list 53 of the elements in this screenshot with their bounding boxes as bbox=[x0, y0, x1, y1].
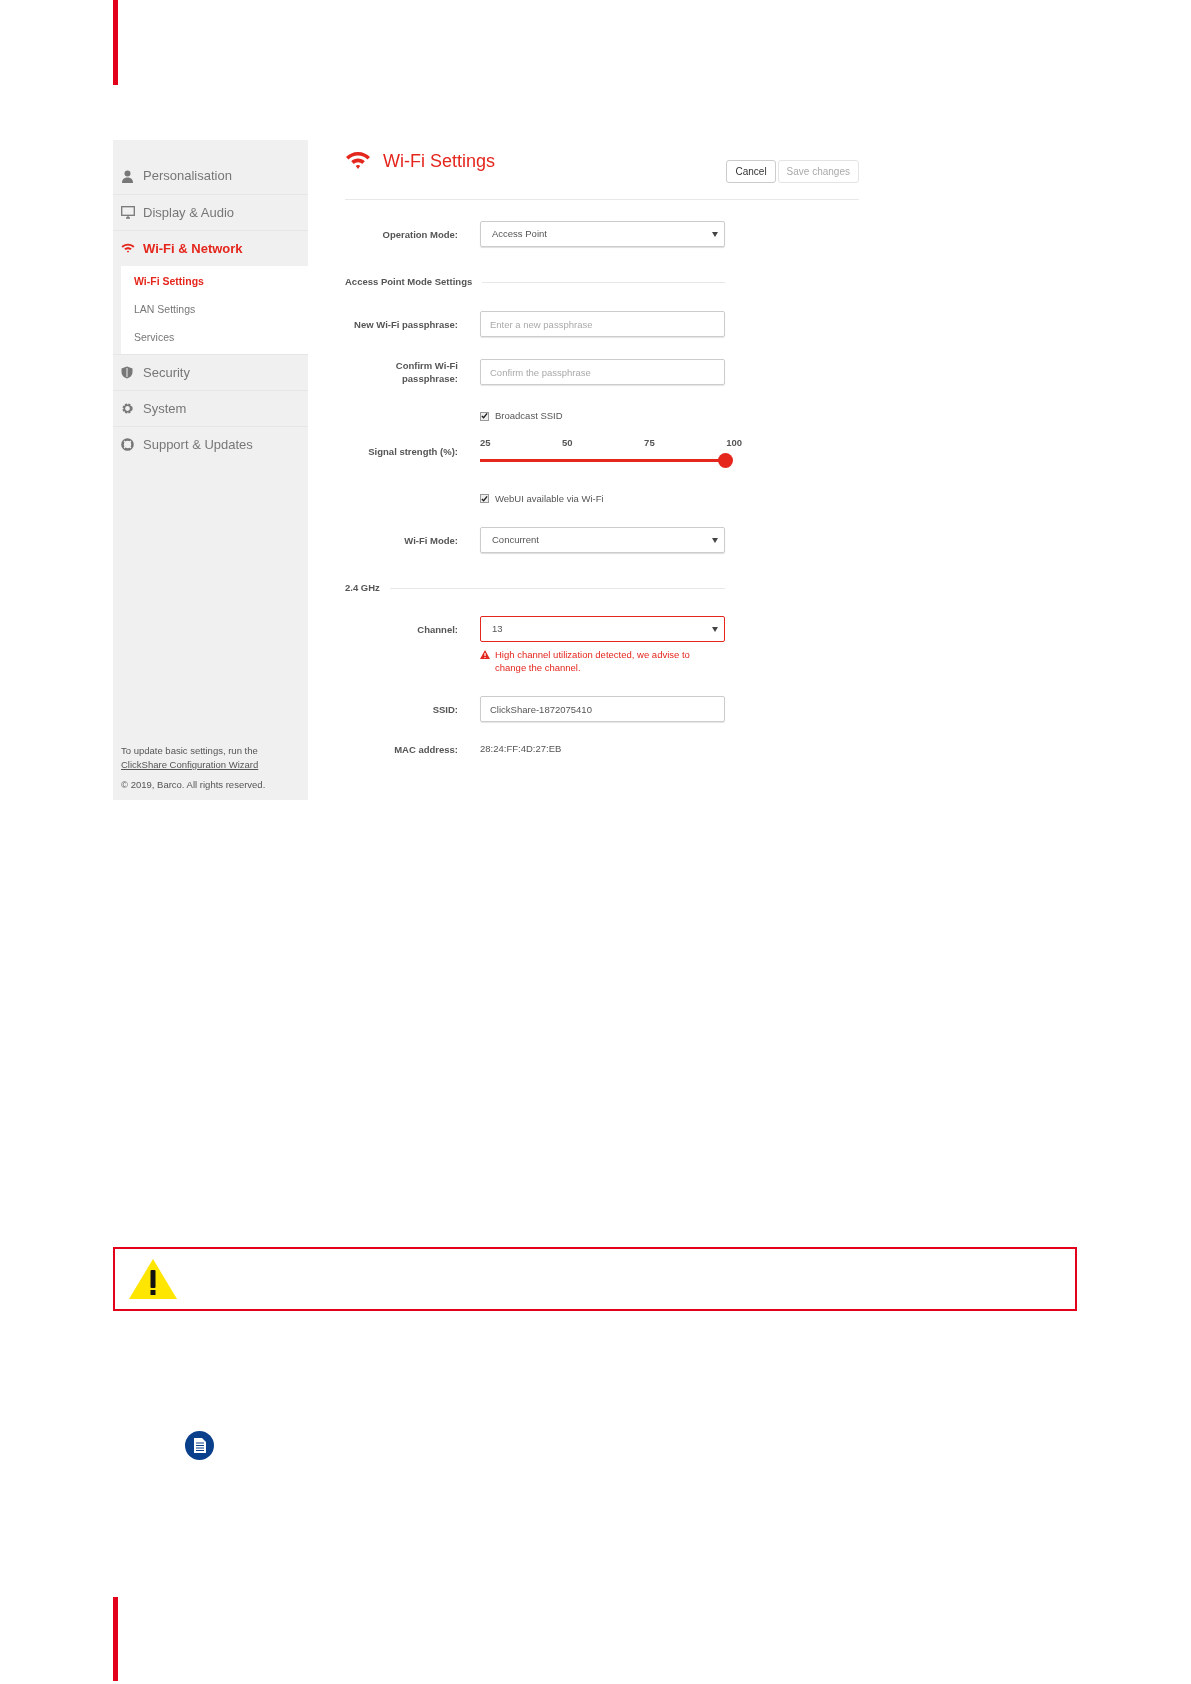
submenu-item[interactable]: LAN Settings bbox=[121, 296, 308, 324]
slider-thumb[interactable] bbox=[718, 452, 733, 468]
wifi-icon bbox=[345, 151, 371, 171]
check-icon bbox=[481, 412, 488, 421]
field-label: Confirm Wi-Fi passphrase: bbox=[394, 359, 458, 386]
person-icon bbox=[121, 169, 134, 183]
monitor-icon bbox=[121, 206, 135, 219]
field-label: SSID: bbox=[431, 702, 458, 716]
caret-icon bbox=[712, 537, 718, 543]
checkbox[interactable]: WebUI available via Wi-Fi bbox=[480, 491, 604, 506]
nav-item[interactable]: Display & Audio bbox=[113, 194, 308, 230]
field-label: MAC address: bbox=[393, 742, 458, 756]
dropdown[interactable]: Access Point bbox=[480, 221, 725, 247]
nav-item[interactable]: System bbox=[113, 390, 308, 426]
checkbox[interactable]: Broadcast SSID bbox=[480, 409, 563, 424]
tick-label: 50 bbox=[562, 435, 573, 450]
check-icon bbox=[481, 494, 488, 503]
lifebuoy-icon bbox=[121, 438, 134, 451]
submenu-item[interactable]: Services bbox=[121, 324, 308, 352]
footer-text: To update basic settings, run the bbox=[121, 744, 259, 758]
dropdown[interactable]: 13 bbox=[480, 616, 725, 643]
field-label: Signal strength (%): bbox=[367, 445, 458, 459]
warning-icon bbox=[480, 650, 490, 660]
caret-icon bbox=[712, 626, 718, 632]
field-label: Operation Mode: bbox=[381, 227, 458, 241]
tick-label: 100 bbox=[726, 435, 742, 450]
nav-item[interactable]: Support & Updates bbox=[113, 426, 308, 462]
tick-label: 75 bbox=[644, 435, 655, 450]
action-button[interactable]: Cancel bbox=[726, 160, 776, 183]
section-heading: 2.4 GHz bbox=[345, 581, 380, 595]
gear-icon bbox=[121, 402, 134, 415]
error-message: High channel utilization detected, we advise to change the channel. bbox=[495, 648, 691, 675]
note-icon bbox=[185, 1431, 214, 1460]
shield-icon bbox=[121, 366, 133, 379]
warning-icon bbox=[128, 1258, 178, 1300]
section-heading: Access Point Mode Settings bbox=[345, 275, 473, 289]
submenu-item[interactable]: Wi-Fi Settings bbox=[121, 268, 308, 296]
dropdown[interactable]: Concurrent bbox=[480, 527, 725, 553]
field-label: New Wi-Fi passphrase: bbox=[353, 317, 458, 331]
wizard-link[interactable]: ClickShare Configuration Wizard bbox=[121, 758, 300, 772]
field-value: 28:24:FF:4D:27:EB bbox=[480, 742, 562, 757]
input-field[interactable]: ClickShare-1872075410 bbox=[480, 696, 725, 723]
tick-label: 25 bbox=[480, 435, 491, 450]
input-field[interactable]: Confirm the passphrase bbox=[480, 359, 725, 386]
copyright-text: © 2019, Barco. All rights reserved. bbox=[121, 778, 267, 792]
wifi-icon bbox=[121, 243, 135, 254]
nav-item[interactable]: Security bbox=[113, 354, 308, 390]
field-label: Wi-Fi Mode: bbox=[403, 533, 458, 547]
caret-icon bbox=[712, 231, 718, 237]
nav-item[interactable]: Personalisation bbox=[113, 158, 308, 194]
input-field[interactable]: Enter a new passphrase bbox=[480, 311, 725, 338]
page-title: Wi-Fi Settings bbox=[383, 150, 496, 172]
field-label: Channel: bbox=[416, 623, 458, 637]
